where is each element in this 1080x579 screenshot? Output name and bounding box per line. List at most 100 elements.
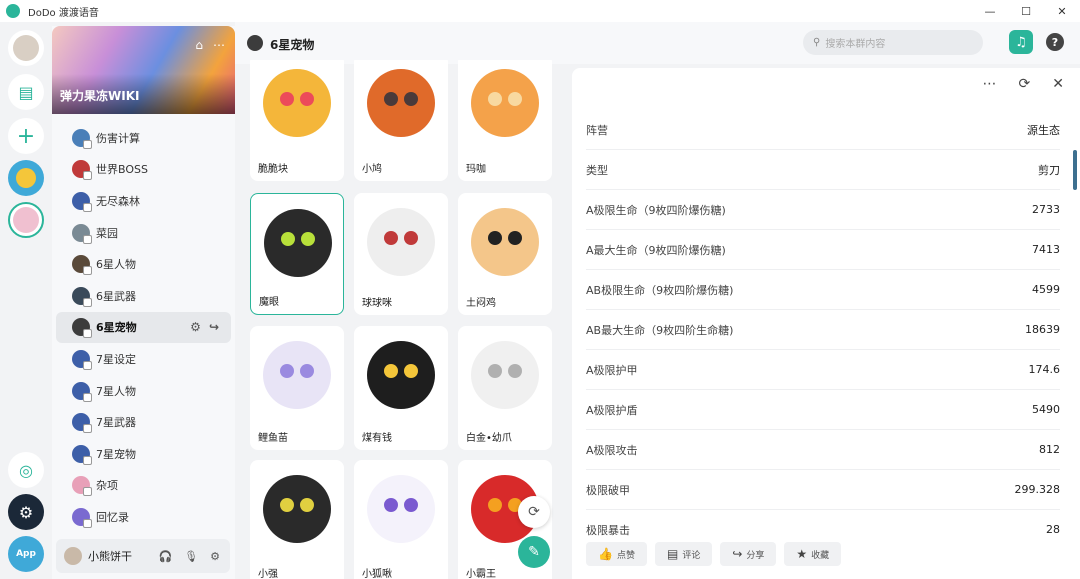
help-button[interactable]: ? [1046,33,1064,51]
pet-card[interactable]: 白金•幼爪 [458,326,552,450]
pet-name: 小强 [258,569,278,579]
channel-item[interactable]: 世界BOSS [52,154,235,186]
refresh-icon: ⟳ [528,504,540,520]
share-icon: ↪ [732,547,743,561]
detail-key: A极限护甲 [586,363,638,377]
pet-name: 脆脆块 [258,164,288,175]
channel-item[interactable]: 7星宠物 [52,438,235,470]
steam-icon: ⚙ [18,502,34,522]
settings-sliders-icon[interactable]: ⚙ [210,550,220,563]
app-duck-icon: App [16,549,36,559]
panel-scrollbar[interactable] [1073,150,1077,190]
channel-item[interactable]: 7星武器 [52,406,235,438]
jelly-server-icon [13,207,39,233]
detail-key: A极限护盾 [586,403,638,417]
edit-post-button[interactable]: ✎ [518,536,550,568]
pet-card[interactable]: 小狐啾 [354,460,448,579]
channel-item[interactable]: 6星人物 [52,248,235,280]
channel-list: 伤害计算 世界BOSS 无尽森林 菜园 6星人物 6星武器 6星宠物 ⚙ ↪ 7星设定 7星人物 7星… [52,122,235,533]
mic-muted-icon[interactable]: 🎙 [184,550,198,563]
pet-name: 小霸王 [466,569,496,579]
home-icon[interactable]: ⌂ [195,38,203,52]
minimize-button[interactable]: — [972,0,1008,22]
detail-key: 阵营 [586,123,608,137]
pet-card[interactable]: 小鸠 [354,60,448,181]
pet-image [354,460,448,554]
pet-card[interactable]: 脆脆块 [250,60,344,181]
like-button[interactable]: 👍 点赞 [586,542,647,566]
more-icon[interactable]: ⋯ [213,38,225,52]
channel-settings-icon[interactable]: ⚙ [190,320,201,334]
channel-item[interactable]: 7星设定 [52,343,235,375]
channel-avatar-icon [72,223,92,244]
add-server-button[interactable]: + [8,118,44,154]
user-avatar[interactable] [64,547,82,565]
comment-icon: ▤ [666,547,679,561]
app-button[interactable]: App [8,536,44,572]
channel-sidebar: ⌂ ⋯ 弹力果冻WIKI 伤害计算 世界BOSS 无尽森林 菜园 6星人物 6星武器 6星宠… [52,26,235,579]
steam-button[interactable]: ⚙ [8,494,44,530]
detail-row: AB极限生命（9枚四阶爆伤糖) 4599 [586,270,1060,310]
pet-card[interactable]: 魔眼 [250,193,344,315]
pet-card[interactable]: 鲤鱼苗 [250,326,344,450]
pet-name: 白金•幼爪 [466,433,512,444]
channel-label: 7星宠物 [96,447,136,461]
close-panel-icon[interactable]: ✕ [1052,76,1064,92]
detail-row: A极限攻击 812 [586,430,1060,470]
detail-value: 812 [1039,443,1060,456]
search-input[interactable]: ⚲ 搜索本群内容 [803,30,983,55]
headset-app-button[interactable]: ♫ [1009,30,1033,54]
channel-label: 杂项 [96,479,118,493]
detail-key: A极限生命（9枚四阶爆伤糖) [586,203,726,217]
pet-card[interactable]: 煤有钱 [354,326,448,450]
channel-item[interactable]: 6星宠物 ⚙ ↪ [56,311,231,344]
thumb-up-icon: 👍 [598,547,613,561]
pet-name: 小鸠 [362,164,382,175]
channel-item[interactable]: 7星人物 [52,375,235,407]
channel-item[interactable]: 杂项 [52,470,235,502]
detail-value: 4599 [1032,283,1060,296]
pet-name: 小狐啾 [362,569,392,579]
detail-rows: 阵营 源生态 类型 剪刀 A极限生命（9枚四阶爆伤糖) 2733 A最大生命（9枚四阶爆伤糖… [586,110,1060,538]
headphone-icon[interactable]: 🎧 [158,550,172,563]
my-avatar-button[interactable] [8,30,44,66]
server-name: 弹力果冻WIKI [60,89,140,103]
more-options-icon[interactable]: ⋯ [983,76,997,92]
server-rail: ▤ + ◎ ⚙ App [0,22,52,579]
channel-share-icon[interactable]: ↪ [209,320,219,334]
server-jelly-wiki-button[interactable] [8,202,44,238]
pet-card[interactable]: 土闷鸡 [458,193,552,315]
pet-card[interactable]: 玛咖 [458,60,552,181]
comment-button[interactable]: ▤ 评论 [654,542,713,566]
channel-item[interactable]: 菜园 [52,217,235,249]
refresh-button[interactable]: ⟳ [518,496,550,528]
sync-icon[interactable]: ⟳ [1019,76,1031,92]
pet-gallery: 脆脆块 小鸠 玛咖 魔眼 球球咪 土闷鸡鲤鱼苗 煤有钱 白金•幼爪小强 小狐啾 小霸王 [248,60,563,579]
messages-button[interactable]: ▤ [8,74,44,110]
action-label: 分享 [746,550,765,561]
server-duck-button[interactable] [8,160,44,196]
pet-card[interactable]: 球球咪 [354,193,448,315]
title-bar: DoDo 渡渡语音 — ☐ ✕ [0,0,1080,22]
detail-row: 阵营 源生态 [586,110,1060,150]
pet-card[interactable]: 小强 [250,460,344,579]
detail-key: AB最大生命（9枚四阶生命糖) [586,323,734,337]
channel-item[interactable]: 无尽森林 [52,185,235,217]
channel-item[interactable]: 伤害计算 [52,122,235,154]
maximize-button[interactable]: ☐ [1008,0,1044,22]
pet-image [354,193,448,287]
pet-image [354,326,448,420]
channel-label: 6星武器 [96,289,136,303]
favorite-button[interactable]: ★ 收藏 [784,542,842,566]
pet-image [251,194,343,288]
server-banner[interactable]: ⌂ ⋯ 弹力果冻WIKI [52,26,235,114]
star-icon: ★ [796,547,808,561]
discover-button[interactable]: ◎ [8,452,44,488]
channel-item[interactable]: 回忆录 [52,501,235,533]
share-button[interactable]: ↪ 分享 [720,542,777,566]
avatar-icon [13,35,39,61]
channel-item[interactable]: 6星武器 [52,280,235,312]
channel-avatar-icon [72,413,92,434]
pet-name: 鲤鱼苗 [258,433,288,444]
close-window-button[interactable]: ✕ [1044,0,1080,22]
